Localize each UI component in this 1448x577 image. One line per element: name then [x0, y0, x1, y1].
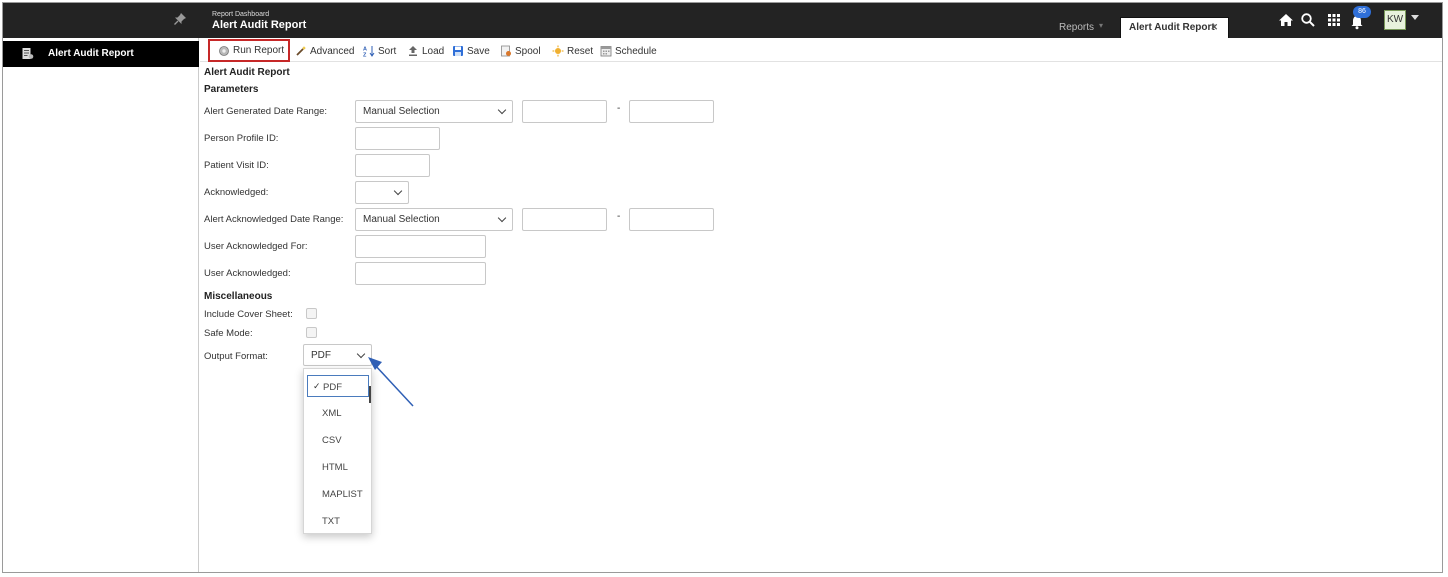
parameters-heading: Parameters — [204, 84, 259, 95]
toolbar: Run Report Advanced A Z Sort Load Save S… — [200, 38, 1442, 62]
check-icon: ✓ — [313, 381, 321, 391]
user-ack-for-label: User Acknowledged For: — [204, 241, 308, 252]
chevron-down-icon[interactable]: ▾ — [1099, 21, 1103, 30]
avatar[interactable]: KW — [1384, 10, 1406, 30]
reset-icon — [552, 45, 564, 57]
range-separator: - — [617, 211, 621, 222]
dropdown-scrollbar[interactable] — [369, 386, 371, 403]
sidebar-item-alert-audit-report[interactable]: Alert Audit Report — [3, 41, 199, 67]
chevron-down-icon — [497, 105, 507, 115]
sidebar: Alert Audit Report — [3, 38, 199, 572]
spool-button[interactable]: Spool — [500, 43, 541, 59]
advanced-button[interactable]: Advanced — [295, 43, 354, 59]
page-title: Alert Audit Report — [212, 19, 307, 31]
tab-alert-audit-report[interactable]: Alert Audit Report ✕ — [1120, 17, 1229, 38]
spool-icon — [501, 45, 511, 57]
output-format-label: Output Format: — [204, 351, 268, 362]
alert-generated-range-select[interactable]: Manual Selection — [355, 100, 513, 123]
dropdown-option-maplist[interactable]: MAPLIST — [304, 483, 371, 505]
miscellaneous-heading: Miscellaneous — [204, 291, 273, 302]
user-ack-input[interactable] — [355, 262, 486, 285]
dropdown-option-xml[interactable]: XML — [304, 402, 371, 424]
sort-button[interactable]: A Z Sort — [363, 43, 396, 59]
pin-icon[interactable] — [173, 12, 187, 26]
sidebar-item-label: Alert Audit Report — [48, 48, 134, 59]
patient-visit-input[interactable] — [355, 154, 430, 177]
alert-acknowledged-range-select[interactable]: Manual Selection — [355, 208, 513, 231]
apps-grid-icon[interactable] — [1326, 12, 1342, 28]
load-button[interactable]: Load — [407, 43, 444, 59]
run-report-icon — [219, 45, 229, 56]
schedule-button[interactable]: Schedule — [600, 43, 657, 59]
output-format-select[interactable]: PDF — [303, 344, 372, 366]
save-button[interactable]: Save — [452, 43, 490, 59]
reset-button[interactable]: Reset — [552, 43, 593, 59]
calendar-icon — [600, 46, 612, 57]
tab-label: Alert Audit Report — [1129, 22, 1215, 33]
alert-generated-label: Alert Generated Date Range: — [204, 106, 328, 117]
safe-mode-label: Safe Mode: — [204, 328, 253, 339]
dropdown-option-html[interactable]: HTML — [304, 456, 371, 478]
top-header: Report Dashboard Alert Audit Report Repo… — [3, 3, 1442, 38]
alert-generated-end-input[interactable] — [629, 100, 714, 123]
cover-sheet-label: Include Cover Sheet: — [204, 309, 293, 320]
report-icon — [22, 48, 34, 59]
floppy-disk-icon — [453, 46, 463, 56]
acknowledged-label: Acknowledged: — [204, 187, 269, 198]
sort-icon: A Z — [363, 46, 375, 58]
person-profile-label: Person Profile ID: — [204, 133, 279, 144]
person-profile-input[interactable] — [355, 127, 440, 150]
load-icon — [409, 46, 417, 56]
run-report-button[interactable]: Run Report — [208, 39, 290, 62]
svg-text:Z: Z — [363, 53, 367, 58]
user-ack-for-input[interactable] — [355, 235, 486, 258]
notification-badge: 86 — [1353, 6, 1371, 18]
acknowledged-select[interactable] — [355, 181, 409, 204]
dropdown-option-csv[interactable]: CSV — [304, 429, 371, 451]
app-window: Report Dashboard Alert Audit Report Repo… — [2, 2, 1443, 573]
chevron-down-icon — [497, 213, 507, 223]
report-title: Alert Audit Report — [204, 67, 290, 78]
chevron-down-icon[interactable] — [1411, 15, 1419, 20]
range-separator: - — [617, 103, 621, 114]
alert-acknowledged-start-input[interactable] — [522, 208, 607, 231]
alert-acknowledged-end-input[interactable] — [629, 208, 714, 231]
output-format-dropdown-list: ✓ PDF XML CSV HTML MAPLIST TXT — [303, 368, 372, 534]
search-icon[interactable] — [1300, 12, 1316, 28]
cover-sheet-checkbox[interactable] — [306, 308, 317, 319]
breadcrumb: Report Dashboard — [212, 11, 270, 18]
home-icon[interactable] — [1278, 12, 1294, 28]
chevron-down-icon — [356, 349, 366, 359]
dropdown-option-txt[interactable]: TXT — [304, 510, 371, 532]
reports-menu[interactable]: Reports — [1059, 22, 1094, 33]
wand-icon — [296, 46, 307, 56]
user-ack-label: User Acknowledged: — [204, 268, 291, 279]
close-icon[interactable]: ✕ — [1210, 22, 1218, 33]
chevron-down-icon — [393, 186, 403, 196]
alert-generated-start-input[interactable] — [522, 100, 607, 123]
alert-acknowledged-label: Alert Acknowledged Date Range: — [204, 214, 344, 225]
dropdown-option-pdf[interactable]: ✓ PDF — [307, 375, 371, 403]
safe-mode-checkbox[interactable] — [306, 327, 317, 338]
patient-visit-label: Patient Visit ID: — [204, 160, 269, 171]
